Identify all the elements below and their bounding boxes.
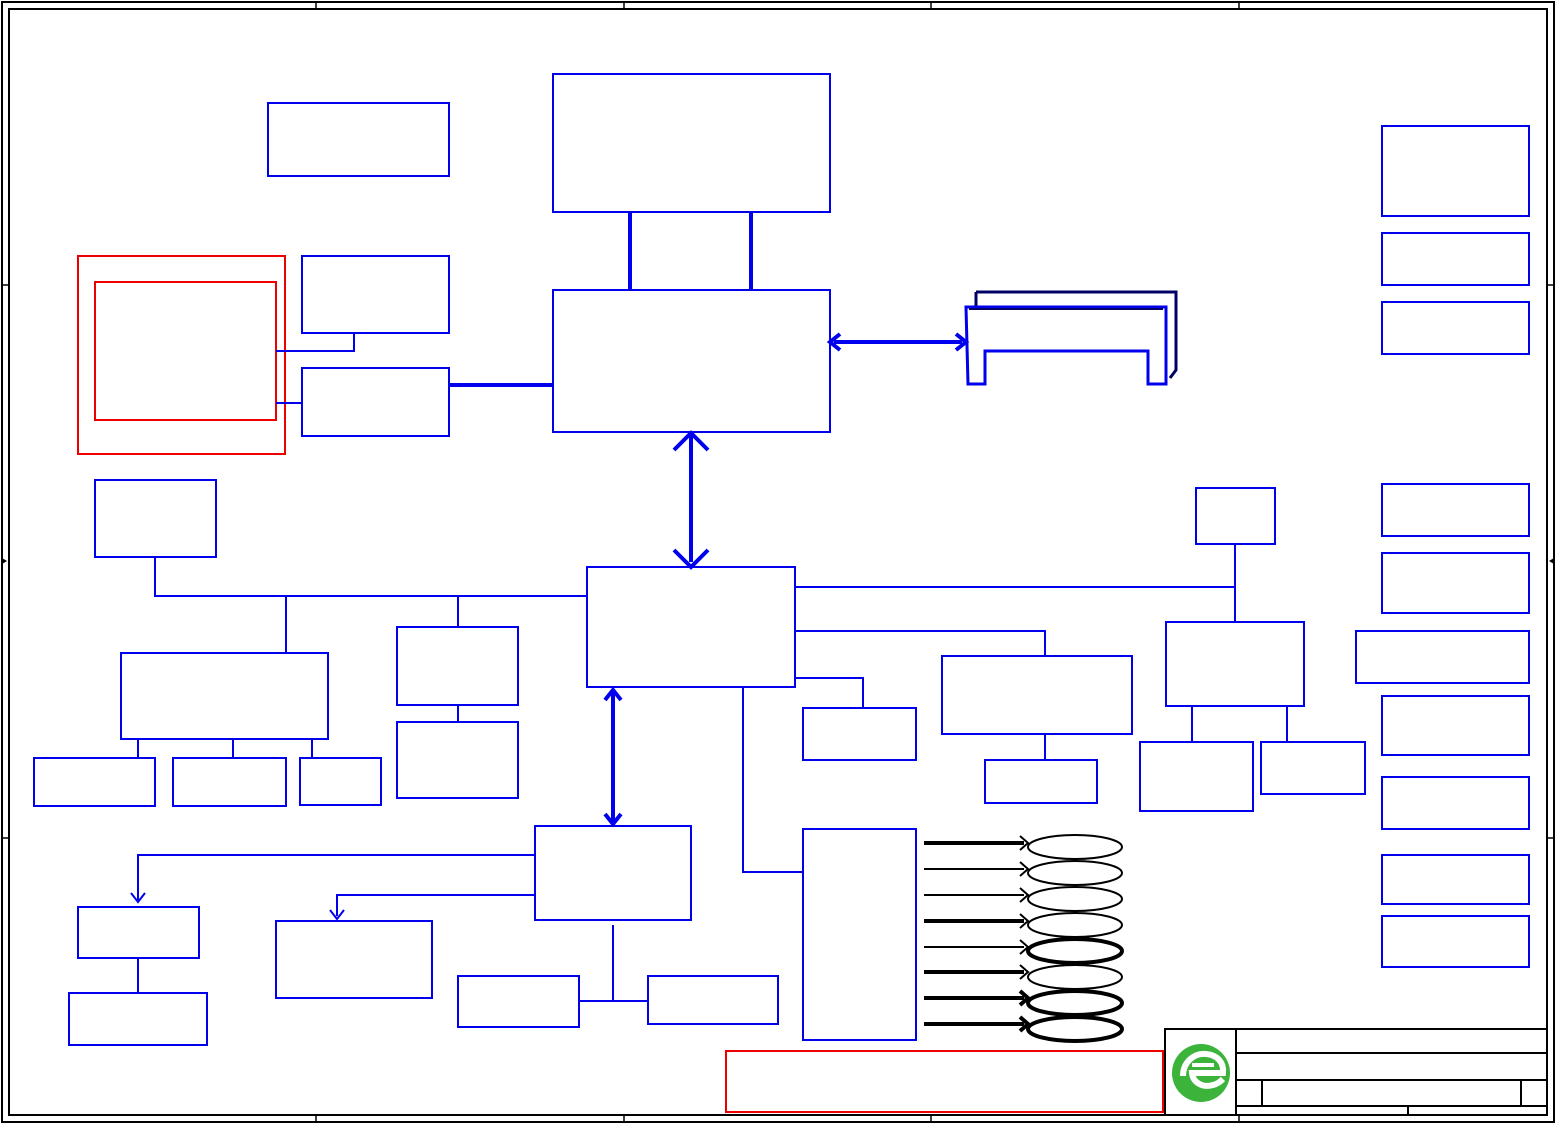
right-block bbox=[1381, 776, 1530, 830]
block-northbridge bbox=[552, 289, 831, 433]
block-display-b bbox=[301, 367, 450, 437]
block-top-left bbox=[267, 102, 450, 177]
wire-left-bus bbox=[154, 557, 587, 597]
right-block bbox=[1381, 915, 1530, 968]
right-column bbox=[1355, 125, 1530, 968]
block-lower-mid bbox=[275, 920, 433, 999]
connector-pin bbox=[1027, 834, 1123, 860]
block-southbridge bbox=[586, 566, 796, 688]
block-hub-left bbox=[120, 652, 329, 740]
right-block bbox=[1381, 552, 1530, 614]
block-right-leaf-a bbox=[1139, 741, 1254, 812]
connector-pin bbox=[1027, 860, 1123, 886]
right-block bbox=[1381, 695, 1530, 756]
wire-sb-small bbox=[795, 677, 864, 708]
inner-border bbox=[8, 8, 1548, 1116]
red-group-outer bbox=[77, 255, 286, 455]
right-block bbox=[1381, 232, 1530, 286]
zone-arrow-left bbox=[2, 558, 7, 564]
block-lower-left-b bbox=[68, 992, 208, 1046]
block-lower-left-a bbox=[77, 906, 200, 959]
memory-slot-stack bbox=[964, 290, 1178, 386]
title-block bbox=[1164, 1028, 1548, 1116]
right-block bbox=[1381, 125, 1530, 217]
block-diagram bbox=[1, 1, 1555, 1123]
block-sb-small bbox=[802, 707, 917, 761]
connector-pin bbox=[1026, 937, 1124, 965]
block-mid-b bbox=[396, 721, 519, 799]
block-right-small bbox=[1195, 487, 1276, 545]
right-block bbox=[1381, 854, 1530, 905]
block-right-mid bbox=[941, 655, 1133, 735]
connector-pin bbox=[1026, 989, 1124, 1017]
sheet-frame bbox=[1, 1, 1555, 1123]
right-block bbox=[1355, 630, 1530, 684]
connector-fanout bbox=[924, 834, 1124, 1043]
block-leaf-a bbox=[33, 757, 156, 807]
block-connector bbox=[802, 828, 917, 1041]
connector-pin bbox=[1027, 886, 1123, 912]
block-mid-a bbox=[396, 626, 519, 706]
zone-arrow-right bbox=[1549, 558, 1554, 564]
wire-sb-connector bbox=[742, 687, 803, 873]
block-cpu bbox=[552, 73, 831, 213]
wire-sb-right-mid bbox=[795, 630, 1046, 656]
block-lower-a bbox=[457, 975, 580, 1028]
block-left-mid bbox=[94, 479, 217, 558]
wire-lower-left bbox=[137, 854, 535, 900]
block-leaf-c bbox=[299, 757, 382, 806]
wire-lower-mid bbox=[336, 894, 535, 916]
block-leaf-b bbox=[172, 757, 287, 807]
connector-pin bbox=[1027, 912, 1123, 938]
block-lower-b bbox=[647, 975, 779, 1025]
connector-pin bbox=[1026, 1015, 1124, 1043]
connector-pin bbox=[1027, 964, 1123, 990]
block-right-hub bbox=[1165, 621, 1305, 707]
block-right-mid-leaf bbox=[984, 759, 1098, 804]
block-right-leaf-b bbox=[1260, 741, 1366, 795]
right-block bbox=[1381, 483, 1530, 537]
wire-display-a bbox=[276, 333, 355, 352]
right-block bbox=[1381, 301, 1530, 355]
note-box bbox=[725, 1050, 1164, 1113]
red-group-inner bbox=[94, 281, 277, 421]
block-lower-controller bbox=[534, 825, 692, 921]
outer-border bbox=[1, 1, 1555, 1123]
block-display-a bbox=[301, 255, 450, 334]
green-e-logo-icon bbox=[1172, 1044, 1230, 1102]
